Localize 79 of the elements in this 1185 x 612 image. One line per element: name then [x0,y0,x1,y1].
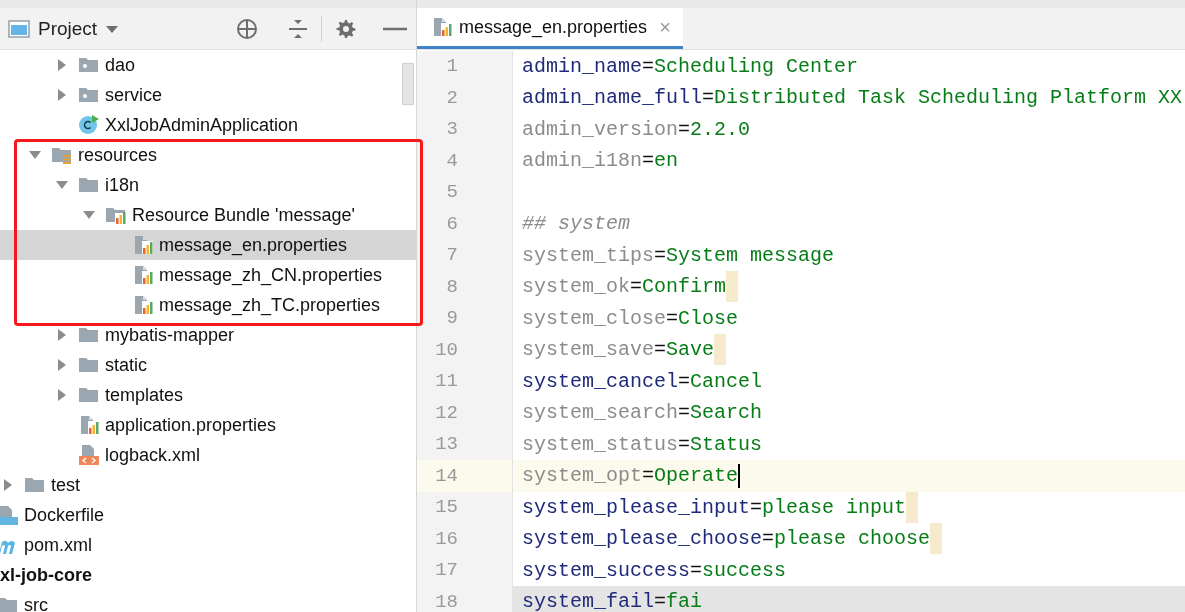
tree-item[interactable]: pom.xml [0,530,416,560]
class-icon [78,114,100,136]
tree-item[interactable]: service [0,80,416,110]
code-line: system_search=Search [522,401,763,425]
line-number: 18 [417,586,513,612]
code-line: system_cancel=Cancel [522,369,763,393]
tree-item[interactable]: Resource Bundle 'message' [0,200,416,230]
line-number: 14 [417,460,513,492]
expanded-arrow-icon[interactable] [82,210,96,220]
line-number: 5 [417,176,513,208]
tree-item[interactable]: application.properties [0,410,416,440]
tree-item[interactable]: message_zh_CN.properties [0,260,416,290]
code-comment: ## system [522,212,631,236]
tree-item[interactable]: test [0,470,416,500]
settings-icon[interactable] [334,17,356,40]
collapsed-arrow-icon[interactable] [57,328,67,342]
code-line: system_please_choose=please choose [522,527,931,551]
tree-item[interactable]: message_zh_TC.properties [0,290,416,320]
project-window-icon [8,18,30,39]
dropdown-caret-icon[interactable] [105,23,120,34]
line-number: 16 [417,523,513,555]
code-line: system_success=success [522,558,787,582]
line-number: 1 [417,50,513,82]
line-number: 4 [417,145,513,177]
tree-item[interactable]: message_en.properties [0,230,416,260]
code-line: admin_i18n=en [522,149,679,173]
properties-file-icon [431,16,453,38]
code-line: admin_name_full=Distributed Task Scheduling Platform XX [522,86,1183,110]
code-line: system_fail=fai [522,590,703,612]
tree-item[interactable]: resources [0,140,416,170]
code-line: system_tips=System message [522,243,835,267]
document-icon [0,504,19,526]
tree-item[interactable]: xl-job-core [0,560,416,590]
code-line: admin_name=Scheduling Center [522,54,859,78]
tree-item[interactable]: dao [0,50,416,80]
tree-item[interactable]: XxlJobAdminApplication [0,110,416,140]
tree-item[interactable]: mybatis-mapper [0,320,416,350]
line-number: 2 [417,82,513,114]
collapsed-arrow-icon[interactable] [57,58,67,72]
collapse-all-icon[interactable] [287,17,309,40]
collapsed-arrow-icon[interactable] [3,478,13,492]
line-number: 9 [417,302,513,334]
editor-tab[interactable]: message_en.properties × [417,8,683,49]
properties-file-icon [132,294,154,316]
code-line: system_please_input=please input [522,495,907,519]
line-number: 12 [417,397,513,429]
line-number: 6 [417,208,513,240]
collapsed-arrow-icon[interactable] [57,88,67,102]
tree-item[interactable]: templates [0,380,416,410]
line-number: 11 [417,365,513,397]
code-line: system_ok=Confirm [522,275,727,299]
panel-title[interactable]: Project [38,17,98,40]
line-number: 8 [417,271,513,303]
line-number: 3 [417,113,513,145]
code-line: system_close=Close [522,306,739,330]
line-number: 7 [417,239,513,271]
line-number: 10 [417,334,513,366]
code-line: system_save=Save [522,338,715,362]
code-line: system_opt=Operate [522,464,739,488]
code-line: admin_version=2.2.0 [522,117,751,141]
crosshair-icon[interactable] [235,16,259,41]
tree-item[interactable]: i18n [0,170,416,200]
code-line: system_status=Status [522,432,763,456]
scrollbar-thumb[interactable] [402,63,414,105]
expanded-arrow-icon[interactable] [28,150,42,160]
tree-item[interactable]: Dockerfile [0,500,416,530]
line-number: 17 [417,554,513,586]
tree-item[interactable]: src [0,590,416,612]
collapsed-arrow-icon[interactable] [57,388,67,402]
tree-item[interactable]: static [0,350,416,380]
properties-file-icon [132,234,154,256]
line-number: 15 [417,491,513,523]
xml-file-icon [78,444,100,466]
expanded-arrow-icon[interactable] [55,180,69,190]
properties-file-icon [78,414,100,436]
line-number: 13 [417,428,513,460]
properties-file-icon [132,264,154,286]
collapsed-arrow-icon[interactable] [57,358,67,372]
tree-item[interactable]: logback.xml [0,440,416,470]
